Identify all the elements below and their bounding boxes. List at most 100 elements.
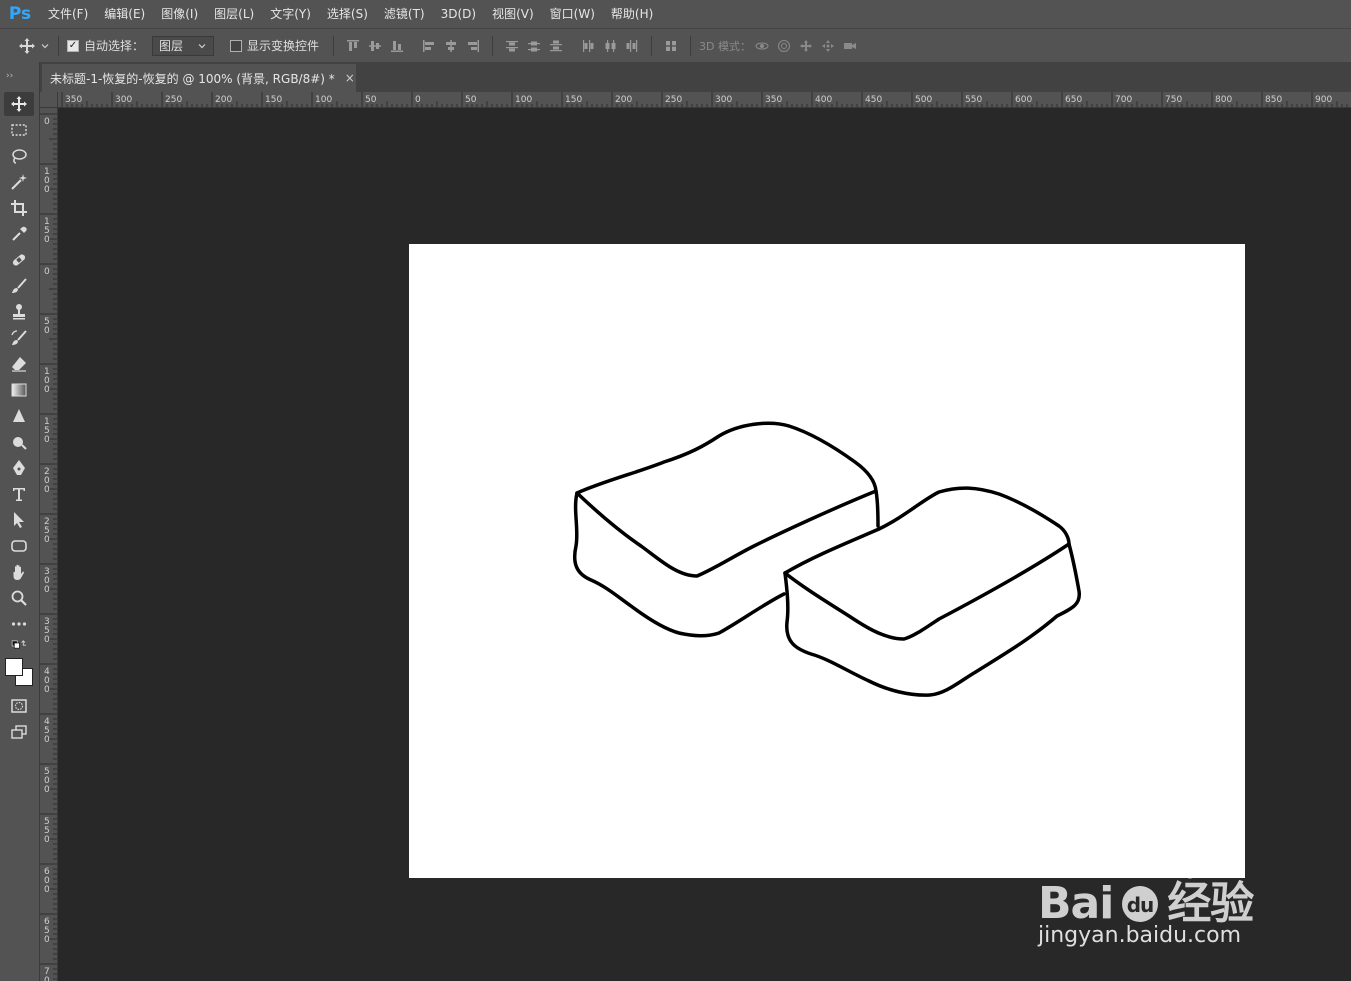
ruler-label: 0	[44, 326, 50, 336]
tool-preset-picker[interactable]	[0, 29, 50, 63]
more-tools-button[interactable]	[4, 612, 34, 636]
auto-select-target-select[interactable]: 图层	[152, 35, 215, 56]
align-horizontal-center-icon	[446, 39, 457, 52]
divider	[333, 35, 335, 56]
ruler-label: 0	[44, 117, 50, 127]
show-transform-label: 显示变换控件	[247, 39, 320, 53]
screen-mode-icon	[11, 725, 27, 739]
3d-roll-button[interactable]	[773, 35, 795, 57]
ruler-label: 150	[265, 95, 282, 105]
ps-logo: Ps	[8, 4, 32, 24]
dodge-tool-button[interactable]	[4, 430, 34, 454]
ruler-label: 250	[165, 95, 182, 105]
sharpen-tool-icon	[13, 409, 25, 422]
path-selection-tool-button[interactable]	[4, 508, 34, 532]
chevron-down-icon	[41, 43, 49, 48]
foreground-color-swatch[interactable]	[5, 658, 23, 676]
crop-tool-button[interactable]	[4, 196, 34, 220]
align-left-button[interactable]	[418, 35, 440, 57]
eyedropper-tool-button[interactable]	[4, 222, 34, 246]
menu-view[interactable]: 视图(V)	[484, 0, 542, 28]
3d-slide-button[interactable]	[817, 35, 839, 57]
checkbox-box	[230, 39, 243, 52]
sharpen-tool-button[interactable]	[4, 404, 34, 428]
auto-align-button[interactable]	[660, 35, 682, 57]
panel-collapse-grip[interactable]: ››	[0, 62, 39, 90]
menu-image[interactable]: 图像(I)	[153, 0, 206, 28]
distribute-left-button[interactable]	[577, 35, 599, 57]
default-colors-button[interactable]	[4, 638, 34, 654]
move-tool-icon	[11, 96, 27, 112]
healing-brush-tool-button[interactable]	[4, 248, 34, 272]
pen-tool-button[interactable]	[4, 456, 34, 480]
type-tool-button[interactable]	[4, 482, 34, 506]
menu-layer[interactable]: 图层(L)	[206, 0, 262, 28]
align-hcenter-button[interactable]	[440, 35, 462, 57]
3d-pan-button[interactable]	[795, 35, 817, 57]
document-tab-bar: 未标题-1-恢复的-恢复的 @ 100% (背景, RGB/8#) * ×	[40, 62, 1351, 92]
marquee-tool-button[interactable]	[4, 118, 34, 142]
default-colors-icon	[11, 640, 26, 649]
tools-panel: ››	[0, 62, 40, 981]
left-block-back-edge	[874, 489, 880, 528]
rectangle-tool-icon	[11, 540, 27, 552]
align-bottom-button[interactable]	[386, 35, 408, 57]
distribute-right-button[interactable]	[621, 35, 643, 57]
distribute-bottom-button[interactable]	[545, 35, 567, 57]
brush-tool-button[interactable]	[4, 274, 34, 298]
svg-text:du: du	[1127, 893, 1154, 917]
menu-edit[interactable]: 编辑(E)	[96, 0, 153, 28]
watermark-du-mark: du	[1113, 878, 1167, 929]
document-tab[interactable]: 未标题-1-恢复的-恢复的 @ 100% (背景, RGB/8#) * ×	[42, 64, 356, 92]
hand-tool-button[interactable]	[4, 560, 34, 584]
distribute-vcenter-button[interactable]	[523, 35, 545, 57]
path-selection-tool-icon	[14, 512, 24, 528]
lasso-tool-button[interactable]	[4, 144, 34, 168]
close-icon[interactable]: ×	[345, 71, 355, 85]
auto-select-target-value: 图层	[159, 39, 184, 53]
rectangle-tool-button[interactable]	[4, 534, 34, 558]
menu-filter[interactable]: 滤镜(T)	[376, 0, 433, 28]
auto-select-checkbox[interactable]: ✓ 自动选择：	[67, 29, 144, 63]
left-block-top	[575, 421, 878, 578]
watermark-brand-cn: 经验	[1167, 878, 1254, 929]
show-transform-controls-checkbox[interactable]: 显示变换控件	[230, 29, 319, 63]
align-top-button[interactable]	[342, 35, 364, 57]
distribute-top-button[interactable]	[501, 35, 523, 57]
align-left-icon	[423, 39, 435, 52]
3d-camera-button[interactable]	[839, 35, 861, 57]
menu-select[interactable]: 选择(S)	[319, 0, 376, 28]
history-brush-tool-button[interactable]	[4, 326, 34, 350]
ruler-label: 400	[815, 95, 832, 105]
document-canvas[interactable]	[409, 244, 1245, 878]
quick-mask-button[interactable]	[4, 694, 34, 718]
menu-file[interactable]: 文件(F)	[40, 0, 96, 28]
horizontal-ruler[interactable]: 350 300 250 200 150 100 50 0 50 100 150 200 250 300 35…	[58, 92, 1351, 108]
3d-orbit-button[interactable]	[751, 35, 773, 57]
align-right-icon	[468, 39, 480, 52]
move-tool-button[interactable]	[4, 92, 34, 116]
menu-type[interactable]: 文字(Y)	[262, 0, 319, 28]
distribute-hcenter-button[interactable]	[599, 35, 621, 57]
ruler-origin[interactable]	[40, 92, 58, 108]
magic-wand-tool-button[interactable]	[4, 170, 34, 194]
menu-3d[interactable]: 3D(D)	[433, 0, 484, 28]
auto-align-icon	[666, 40, 677, 51]
eraser-tool-button[interactable]	[4, 352, 34, 376]
eyedropper-tool-icon	[12, 226, 27, 241]
type-tool-icon	[13, 488, 25, 501]
align-vcenter-button[interactable]	[364, 35, 386, 57]
ruler-label: 0	[44, 435, 50, 445]
align-right-button[interactable]	[462, 35, 484, 57]
vertical-ruler[interactable]: 0100150050100150200250300350400450500550…	[40, 108, 58, 981]
gradient-tool-button[interactable]	[4, 378, 34, 402]
menu-window[interactable]: 窗口(W)	[542, 0, 603, 28]
ruler-label: 900	[1315, 95, 1332, 105]
magic-wand-tool-icon	[11, 174, 27, 190]
zoom-tool-button[interactable]	[4, 586, 34, 610]
menu-help[interactable]: 帮助(H)	[603, 0, 661, 28]
clone-stamp-tool-button[interactable]	[4, 300, 34, 324]
ruler-label: 300	[115, 95, 132, 105]
screen-mode-button[interactable]	[4, 720, 34, 744]
ruler-label: 600	[1015, 95, 1032, 105]
